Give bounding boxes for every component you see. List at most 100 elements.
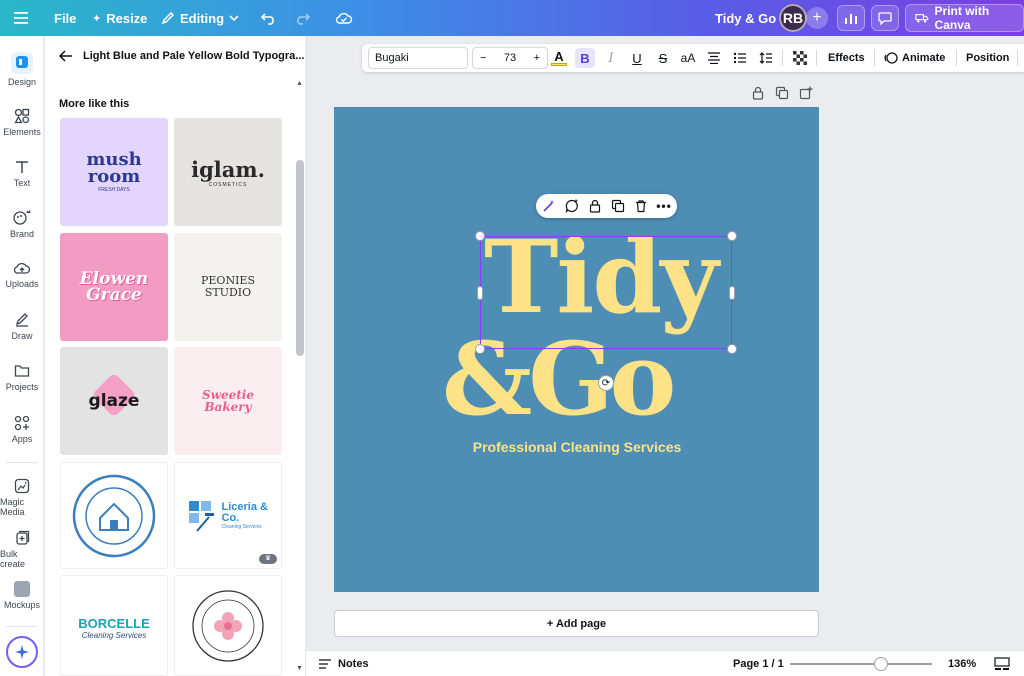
duplicate-element-icon[interactable]	[609, 197, 627, 215]
zoom-level[interactable]: 136%	[948, 651, 976, 676]
zoom-slider-track[interactable]	[790, 663, 932, 665]
bold-button[interactable]: B	[575, 48, 595, 68]
rail-design[interactable]: Design	[0, 52, 44, 87]
rail-draw[interactable]: Draw	[0, 312, 44, 341]
spacing-button[interactable]	[756, 48, 776, 68]
grid-view-icon[interactable]	[994, 657, 1010, 674]
resize-handle-left[interactable]	[477, 286, 483, 300]
template-thumb-flower-shop[interactable]	[174, 575, 282, 676]
decrease-size-button[interactable]: −	[480, 52, 486, 64]
page-indicator[interactable]: Page 1 / 1	[733, 651, 784, 676]
template-thumb-mushroom[interactable]: mush room FRESH DAYS	[60, 118, 168, 226]
lock-page-icon[interactable]	[751, 86, 765, 100]
pencil-icon	[161, 11, 175, 25]
folder-icon	[14, 365, 30, 377]
rail-mockups[interactable]: Mockups	[0, 581, 44, 610]
rail-projects[interactable]: Projects	[0, 363, 44, 392]
template-thumb-elowen-grace[interactable]: Elowen Grace	[60, 233, 168, 341]
text-color-button[interactable]: A	[549, 48, 569, 68]
transparency-button[interactable]	[790, 48, 810, 68]
mockups-icon	[14, 581, 30, 597]
zoom-slider-handle[interactable]	[874, 657, 888, 671]
resize-button[interactable]: ✦ Resize	[92, 0, 147, 36]
design-name[interactable]: Tidy & Go	[715, 0, 776, 36]
scroll-up-arrow[interactable]: ▲	[296, 80, 303, 87]
cloud-saved-icon[interactable]	[335, 0, 353, 36]
resize-handle-bottom-right[interactable]	[727, 344, 737, 354]
template-thumb-borcelle[interactable]: BORCELLE Cleaning Services	[60, 575, 168, 676]
strikethrough-button[interactable]: S	[653, 48, 673, 68]
menu-icon[interactable]	[14, 0, 30, 36]
rail-label: Projects	[5, 382, 39, 392]
notes-button[interactable]: Notes	[318, 651, 369, 676]
rail-label: Draw	[11, 331, 33, 341]
resize-handle-right[interactable]	[729, 286, 735, 300]
magic-assistant-button[interactable]	[6, 636, 38, 668]
comments-button[interactable]	[871, 0, 899, 36]
rail-apps[interactable]: Apps	[0, 415, 44, 444]
animate-button[interactable]: Animate	[884, 44, 945, 72]
file-menu[interactable]: File	[54, 0, 76, 36]
text-format-toolbar: Bugaki − 73 + A B I U S aA Effects Anima…	[362, 44, 1024, 72]
panel-scrollbar[interactable]	[296, 160, 304, 356]
rail-uploads[interactable]: Uploads	[0, 260, 44, 289]
duplicate-page-icon[interactable]	[775, 86, 789, 100]
resize-handle-top-left[interactable]	[475, 231, 485, 241]
italic-button[interactable]: I	[601, 48, 621, 68]
editing-dropdown[interactable]: Editing	[161, 0, 239, 36]
resize-handle-bottom-left[interactable]	[475, 344, 485, 354]
redo-icon[interactable]	[294, 0, 310, 36]
rail-elements[interactable]: Elements	[0, 108, 44, 137]
position-button[interactable]: Position	[966, 44, 1009, 72]
template-thumb-sweetie-bakery[interactable]: Sweetie Bakery	[174, 347, 282, 455]
template-thumb-peonies-studio[interactable]: PEONIES STUDIO	[174, 233, 282, 341]
align-center-button[interactable]	[704, 48, 724, 68]
rail-magic-media[interactable]: Magic Media	[0, 478, 44, 517]
underline-button[interactable]: U	[627, 48, 647, 68]
bullet-list-button[interactable]	[730, 48, 750, 68]
insights-button[interactable]	[837, 0, 865, 36]
template-thumb-liceria[interactable]: Liceria & Co. Cleaning Services ♛	[174, 462, 282, 569]
comment-add-icon[interactable]	[563, 197, 581, 215]
element-context-toolbar: •••	[536, 194, 677, 218]
toolbar-separator	[874, 50, 875, 66]
rail-label: Magic Media	[0, 497, 25, 517]
animate-label: Animate	[902, 52, 946, 64]
scroll-down-arrow[interactable]: ▼	[296, 665, 303, 672]
lock-element-icon[interactable]	[586, 197, 604, 215]
more-options-icon[interactable]: •••	[655, 197, 673, 215]
toolbar-separator	[782, 50, 783, 66]
font-size-stepper[interactable]: − 73 +	[472, 47, 548, 69]
font-family-dropdown[interactable]: Bugaki	[368, 47, 468, 69]
rotate-handle-icon[interactable]: ⟳	[598, 375, 614, 391]
template-thumb-iglam[interactable]: iglam. COSMETICS	[174, 118, 282, 226]
effects-button[interactable]: Effects	[828, 44, 865, 72]
avatar[interactable]: RB	[779, 0, 807, 36]
template-thumb-cleaning-services[interactable]	[60, 462, 168, 569]
increase-size-button[interactable]: +	[534, 52, 540, 64]
rail-label: Design	[7, 77, 36, 87]
sparkle-icon	[15, 645, 29, 659]
rail-text[interactable]: Text	[0, 159, 44, 188]
trash-icon[interactable]	[632, 197, 650, 215]
add-page-button[interactable]: + Add page	[334, 610, 819, 637]
undo-icon[interactable]	[261, 0, 277, 36]
magic-edit-icon[interactable]	[540, 197, 558, 215]
add-page-icon[interactable]	[799, 86, 813, 100]
letter-case-button[interactable]: aA	[678, 48, 698, 68]
font-size-value[interactable]: 73	[504, 52, 516, 64]
template-thumb-glaze[interactable]: glaze	[60, 347, 168, 455]
tagline-text[interactable]: Professional Cleaning Services	[334, 439, 819, 455]
rail-bulk-create[interactable]: Bulk create	[0, 530, 44, 569]
rail-divider	[6, 462, 38, 463]
flower-badge-icon	[192, 589, 264, 662]
invite-button[interactable]: +	[806, 0, 828, 36]
resize-handle-top-right[interactable]	[727, 231, 737, 241]
comment-icon	[871, 5, 899, 31]
print-with-canva-button[interactable]: Print with Canva	[905, 0, 1024, 36]
back-arrow-icon[interactable]	[59, 50, 73, 62]
selection-box[interactable]	[480, 236, 732, 349]
rail-brand[interactable]: Brand	[0, 208, 44, 239]
design-canvas[interactable]: Tidy &Go Professional Cleaning Services	[334, 107, 819, 592]
thumb-text: BORCELLE	[78, 615, 150, 631]
